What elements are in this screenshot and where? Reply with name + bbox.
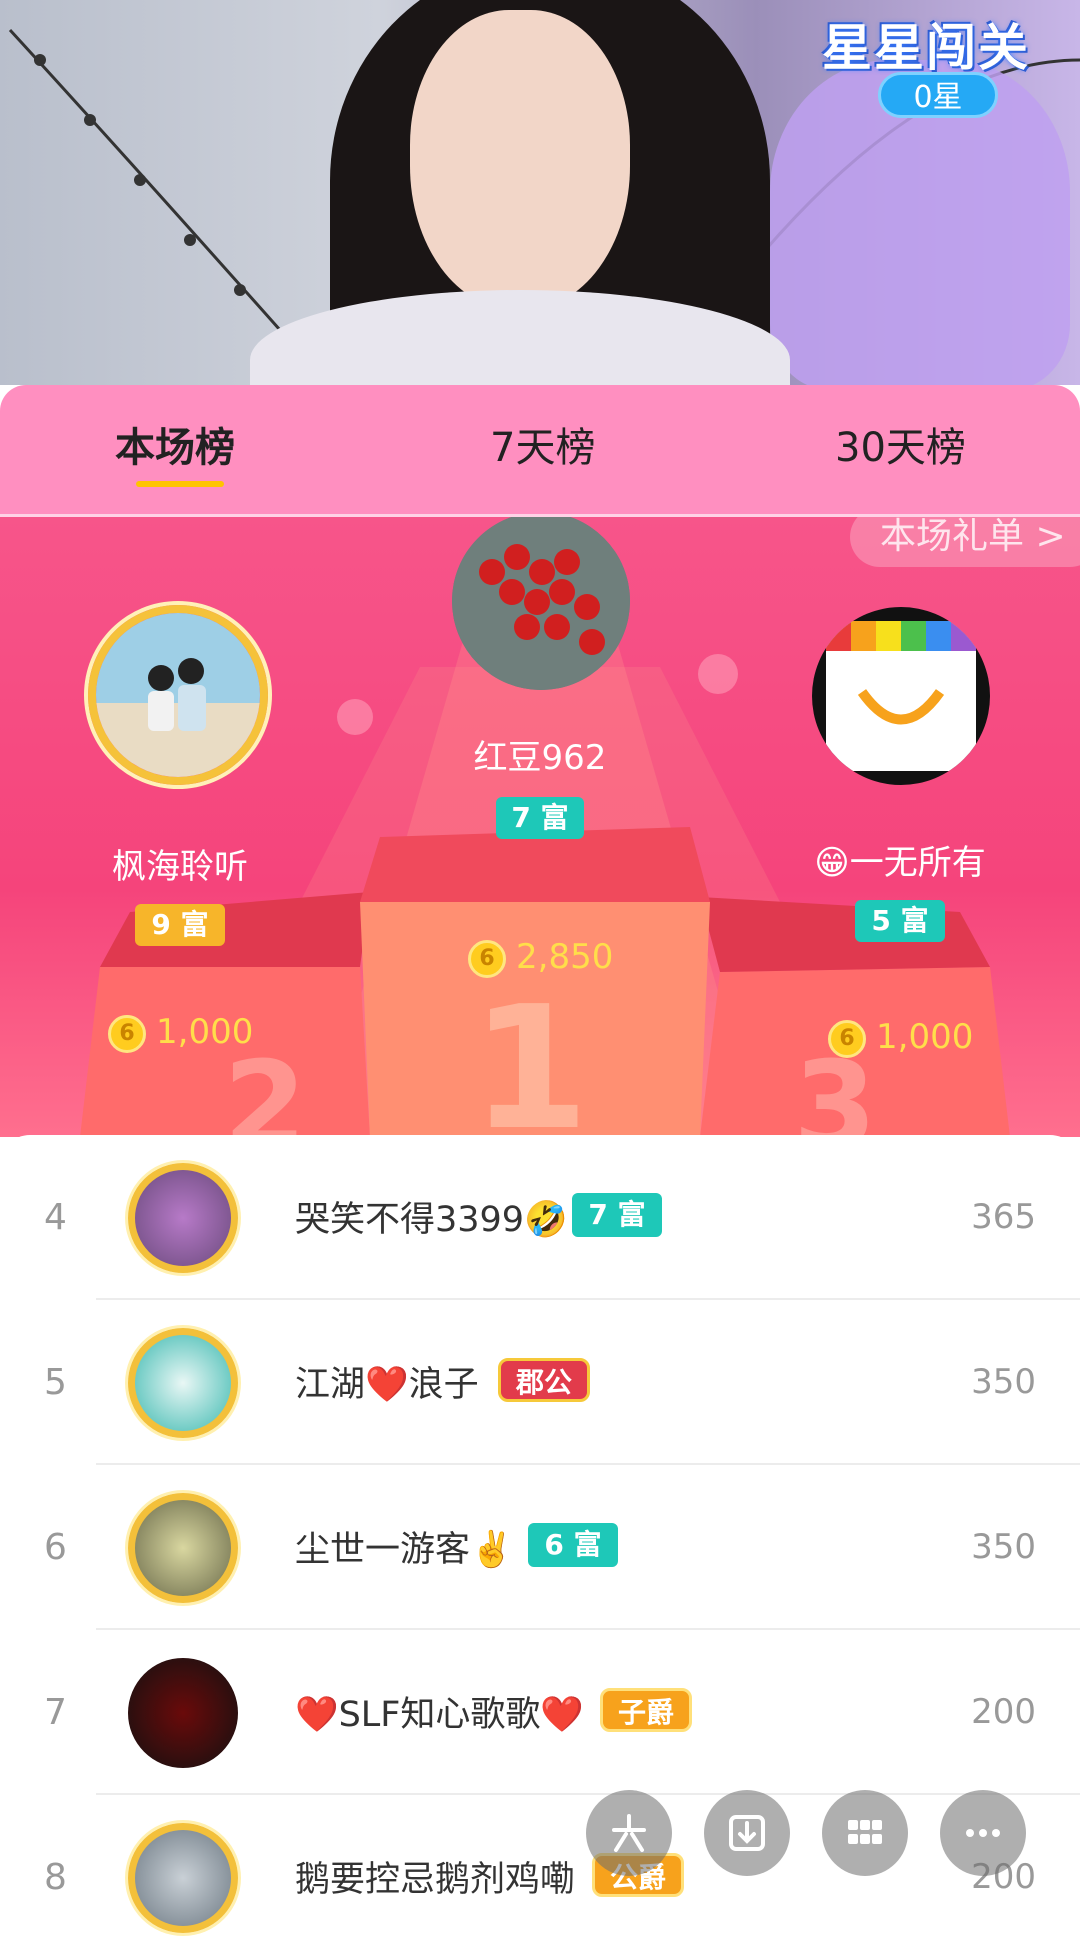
download-button[interactable] bbox=[704, 1790, 790, 1876]
contribution-score: 350 bbox=[971, 1362, 1036, 1402]
third-place-avatar[interactable] bbox=[812, 607, 990, 785]
user-name[interactable]: 江湖❤️浪子 bbox=[295, 1356, 479, 1407]
more-icon bbox=[966, 1829, 1000, 1837]
active-tab-indicator bbox=[136, 481, 224, 487]
streamer-face bbox=[410, 10, 630, 310]
apps-button[interactable] bbox=[822, 1790, 908, 1876]
coin-icon: 6 bbox=[468, 939, 506, 978]
coin-icon: 6 bbox=[108, 1014, 146, 1053]
first-place-wealth-badge: 7 富 bbox=[496, 797, 584, 839]
noble-badge: 郡公 bbox=[498, 1358, 590, 1402]
user-name[interactable]: 哭笑不得3399🤣 bbox=[295, 1191, 568, 1242]
wealth-badge: 6 富 bbox=[528, 1523, 618, 1567]
ranking-row[interactable]: 8 鹅要控忌鹅剂鸡嘞 公爵 200 bbox=[0, 1795, 1080, 1960]
tab-this-session[interactable]: 本场榜 bbox=[115, 415, 235, 473]
first-place-name[interactable]: 红豆962 bbox=[390, 730, 690, 779]
user-avatar[interactable] bbox=[128, 1823, 238, 1933]
contribution-score: 200 bbox=[971, 1692, 1036, 1732]
user-avatar[interactable] bbox=[128, 1658, 238, 1768]
more-button[interactable] bbox=[940, 1790, 1026, 1876]
coin-icon: 6 bbox=[828, 1019, 866, 1058]
leaderboard-tabs: 本场榜 7天榜 30天榜 bbox=[0, 385, 1080, 517]
red-beans-image bbox=[452, 517, 630, 690]
user-name[interactable]: 尘世一游客✌️ bbox=[295, 1521, 514, 1572]
smile-logo-image bbox=[826, 621, 976, 771]
grid-icon bbox=[848, 1820, 882, 1844]
wealth-badge: 7 富 bbox=[572, 1193, 662, 1237]
user-name[interactable]: ❤️SLF知心歌歌❤️ bbox=[295, 1686, 584, 1737]
third-place-wealth-badge: 5 富 bbox=[855, 900, 945, 942]
rank-number: 5 bbox=[44, 1362, 67, 1403]
second-place-wealth-badge: 9 富 bbox=[135, 904, 225, 946]
contribution-score: 350 bbox=[971, 1527, 1036, 1567]
top-three-podium: 1 2 3 本场礼单 > 红豆962 7 富 6 2,850 枫海聆听 9 富 6… bbox=[0, 517, 1080, 1137]
third-place-coins: 6 1,000 bbox=[828, 1017, 973, 1058]
ranking-row[interactable]: 5 江湖❤️浪子 郡公 350 bbox=[0, 1300, 1080, 1465]
rank-number: 6 bbox=[44, 1527, 67, 1568]
first-place-coins: 6 2,850 bbox=[468, 937, 613, 978]
user-avatar[interactable] bbox=[128, 1328, 238, 1438]
tab-7-days[interactable]: 7天榜 bbox=[490, 415, 595, 473]
rank-number: 7 bbox=[44, 1692, 67, 1733]
gift-wall-link[interactable]: 本场礼单 > bbox=[850, 517, 1080, 567]
tab-30-days[interactable]: 30天榜 bbox=[835, 415, 966, 473]
ranking-row[interactable]: 7 ❤️SLF知心歌歌❤️ 子爵 200 bbox=[0, 1630, 1080, 1795]
couple-beach-image bbox=[96, 613, 260, 777]
download-icon bbox=[729, 1815, 765, 1851]
svg-text:1: 1 bbox=[471, 970, 589, 1137]
user-avatar[interactable] bbox=[128, 1163, 238, 1273]
ranking-row[interactable]: 6 尘世一游客✌️ 6 富 350 bbox=[0, 1465, 1080, 1630]
challenge-stars-pill[interactable]: 0星 bbox=[878, 72, 998, 118]
contribution-score: 365 bbox=[971, 1197, 1036, 1237]
rank-number: 4 bbox=[44, 1197, 67, 1238]
second-place-coins: 6 1,000 bbox=[108, 1012, 253, 1053]
share-button[interactable] bbox=[586, 1790, 672, 1876]
first-place-avatar[interactable] bbox=[452, 517, 630, 690]
second-place-name[interactable]: 枫海聆听 bbox=[30, 839, 330, 888]
third-place-name[interactable]: 😁一无所有 bbox=[750, 835, 1050, 884]
rank-number: 8 bbox=[44, 1857, 67, 1898]
ranking-row[interactable]: 4 哭笑不得3399🤣 7 富 365 bbox=[0, 1135, 1080, 1300]
live-video: 星星闯关 0星 bbox=[0, 0, 1080, 385]
noble-badge: 子爵 bbox=[600, 1688, 692, 1732]
challenge-title[interactable]: 星星闯关 bbox=[822, 8, 1030, 80]
user-avatar[interactable] bbox=[128, 1493, 238, 1603]
ranking-list: 4 哭笑不得3399🤣 7 富 365 5 江湖❤️浪子 郡公 350 6 尘世… bbox=[0, 1135, 1080, 1933]
second-place-avatar[interactable] bbox=[88, 605, 268, 785]
share-icon bbox=[612, 1814, 646, 1852]
user-name[interactable]: 鹅要控忌鹅剂鸡嘞 bbox=[295, 1851, 575, 1902]
